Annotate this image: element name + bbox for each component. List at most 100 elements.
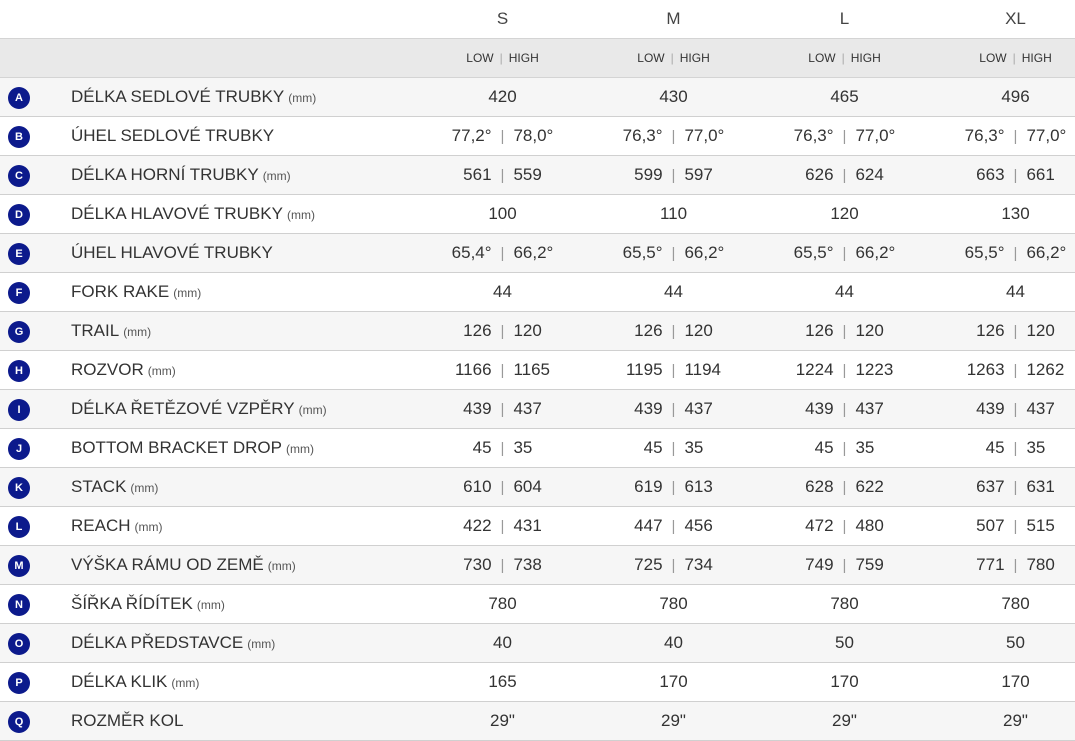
low-value: 610 (463, 477, 492, 496)
low-value: 126 (463, 321, 492, 340)
value-cell: 76,3° | 77,0° (930, 116, 1075, 156)
row-letter-badge: D (8, 204, 30, 226)
low-high-label: LOW | HIGH (759, 38, 930, 78)
low-high-label: LOW | HIGH (930, 38, 1075, 78)
high-value: 631 (1026, 477, 1055, 496)
value-cell: 65,5° | 66,2° (930, 233, 1075, 273)
high-value: 35 (1026, 438, 1046, 457)
row-letter-badge: C (8, 165, 30, 187)
low-value: 663 (976, 165, 1005, 184)
value-cell: 77,2° | 78,0° (417, 116, 588, 156)
row-unit: (mm) (130, 481, 159, 495)
row-label-cell: ÚHEL HLAVOVÉ TRUBKY (70, 233, 417, 273)
row-letter-badge: Q (8, 711, 30, 733)
high-value: 1223 (855, 360, 894, 379)
low-value: 619 (634, 477, 663, 496)
low-label: LOW (466, 51, 494, 65)
low-value: 65,4° (451, 243, 492, 262)
high-value: 780 (1026, 555, 1055, 574)
value-cell: 1166 | 1165 (417, 350, 588, 390)
value-cell: 780 (588, 584, 759, 624)
low-value: 749 (805, 555, 834, 574)
separator: | (1012, 51, 1016, 65)
value-cell: 472 | 480 (759, 506, 930, 546)
low-high-pair: 447 | 456 (634, 516, 713, 535)
value-cell: 120 (759, 194, 930, 234)
value-cell: 628 | 622 (759, 467, 930, 507)
row-label-cell: DÉLKA PŘEDSTAVCE (mm) (70, 623, 417, 663)
separator: | (841, 51, 845, 65)
low-high-pair: 663 | 661 (976, 165, 1055, 184)
value: 44 (664, 282, 683, 301)
row-label-cell: VÝŠKA RÁMU OD ZEMĚ (mm) (70, 545, 417, 585)
value: 44 (493, 282, 512, 301)
row-unit: (mm) (123, 325, 152, 339)
row-letter-badge: F (8, 282, 30, 304)
value-cell: 44 (417, 272, 588, 312)
row-letter-badge: O (8, 633, 30, 655)
value: 29" (490, 711, 515, 730)
separator: | (842, 557, 847, 574)
separator: | (1013, 479, 1018, 496)
low-high-pair: 610 | 604 (463, 477, 542, 496)
value: 420 (488, 87, 517, 106)
row-letter-badge: A (8, 87, 30, 109)
high-value: 35 (855, 438, 875, 457)
high-value: 120 (855, 321, 884, 340)
value-cell: 430 (588, 77, 759, 117)
row-label-cell: ŠÍŘKA ŘÍDÍTEK (mm) (70, 584, 417, 624)
value-cell: 130 (930, 194, 1075, 234)
low-value: 626 (805, 165, 834, 184)
low-value: 45 (814, 438, 834, 457)
table-row: E ÚHEL HLAVOVÉ TRUBKY 65,4° | 66,2° 65,5° | 66,… (0, 233, 1075, 273)
separator: | (499, 51, 503, 65)
low-value: 637 (976, 477, 1005, 496)
low-high-pair: 126 | 120 (634, 321, 713, 340)
high-value: 66,2° (1026, 243, 1067, 262)
value: 165 (488, 672, 517, 691)
table-row: Q ROZMĚR KOL 29" 29" 29" 29" (0, 701, 1075, 741)
row-label: ÚHEL SEDLOVÉ TRUBKY (71, 126, 275, 145)
low-high-label: LOW | HIGH (417, 38, 588, 78)
row-label-cell: ROZMĚR KOL (70, 701, 417, 741)
value-cell: 44 (930, 272, 1075, 312)
value-cell: 422 | 431 (417, 506, 588, 546)
value-cell: 45 | 35 (417, 428, 588, 468)
separator: | (671, 167, 676, 184)
row-label: ÚHEL HLAVOVÉ TRUBKY (71, 243, 273, 262)
row-label-cell: FORK RAKE (mm) (70, 272, 417, 312)
row-label: BOTTOM BRACKET DROP (71, 438, 282, 457)
separator: | (500, 362, 505, 379)
high-label: HIGH (850, 51, 881, 65)
low-high-pair: 1263 | 1262 (967, 360, 1065, 379)
value-cell: 170 (759, 662, 930, 702)
low-value: 76,3° (964, 126, 1005, 145)
separator: | (842, 479, 847, 496)
high-value: 597 (684, 165, 713, 184)
high-value: 77,0° (1026, 126, 1067, 145)
high-value: 480 (855, 516, 884, 535)
value: 50 (1006, 633, 1025, 652)
separator: | (842, 245, 847, 262)
separator: | (671, 362, 676, 379)
low-value: 771 (976, 555, 1005, 574)
value-cell: 637 | 631 (930, 467, 1075, 507)
high-value: 515 (1026, 516, 1055, 535)
value-cell: 465 (759, 77, 930, 117)
value-cell: 50 (930, 623, 1075, 663)
row-letter-badge: I (8, 399, 30, 421)
size-header-row: S M L XL (0, 0, 1075, 39)
high-value: 1262 (1026, 360, 1065, 379)
value-cell: 663 | 661 (930, 155, 1075, 195)
value-cell: 420 (417, 77, 588, 117)
value-cell: 50 (759, 623, 930, 663)
separator: | (1013, 167, 1018, 184)
row-label: ŠÍŘKA ŘÍDÍTEK (71, 594, 193, 613)
low-high-pair: 507 | 515 (976, 516, 1055, 535)
row-unit: (mm) (262, 169, 291, 183)
low-high-pair: 45 | 35 (815, 438, 875, 457)
high-value: 559 (513, 165, 542, 184)
row-label: VÝŠKA RÁMU OD ZEMĚ (71, 555, 264, 574)
row-label-cell: DÉLKA HORNÍ TRUBKY (mm) (70, 155, 417, 195)
value-cell: 29" (417, 701, 588, 741)
